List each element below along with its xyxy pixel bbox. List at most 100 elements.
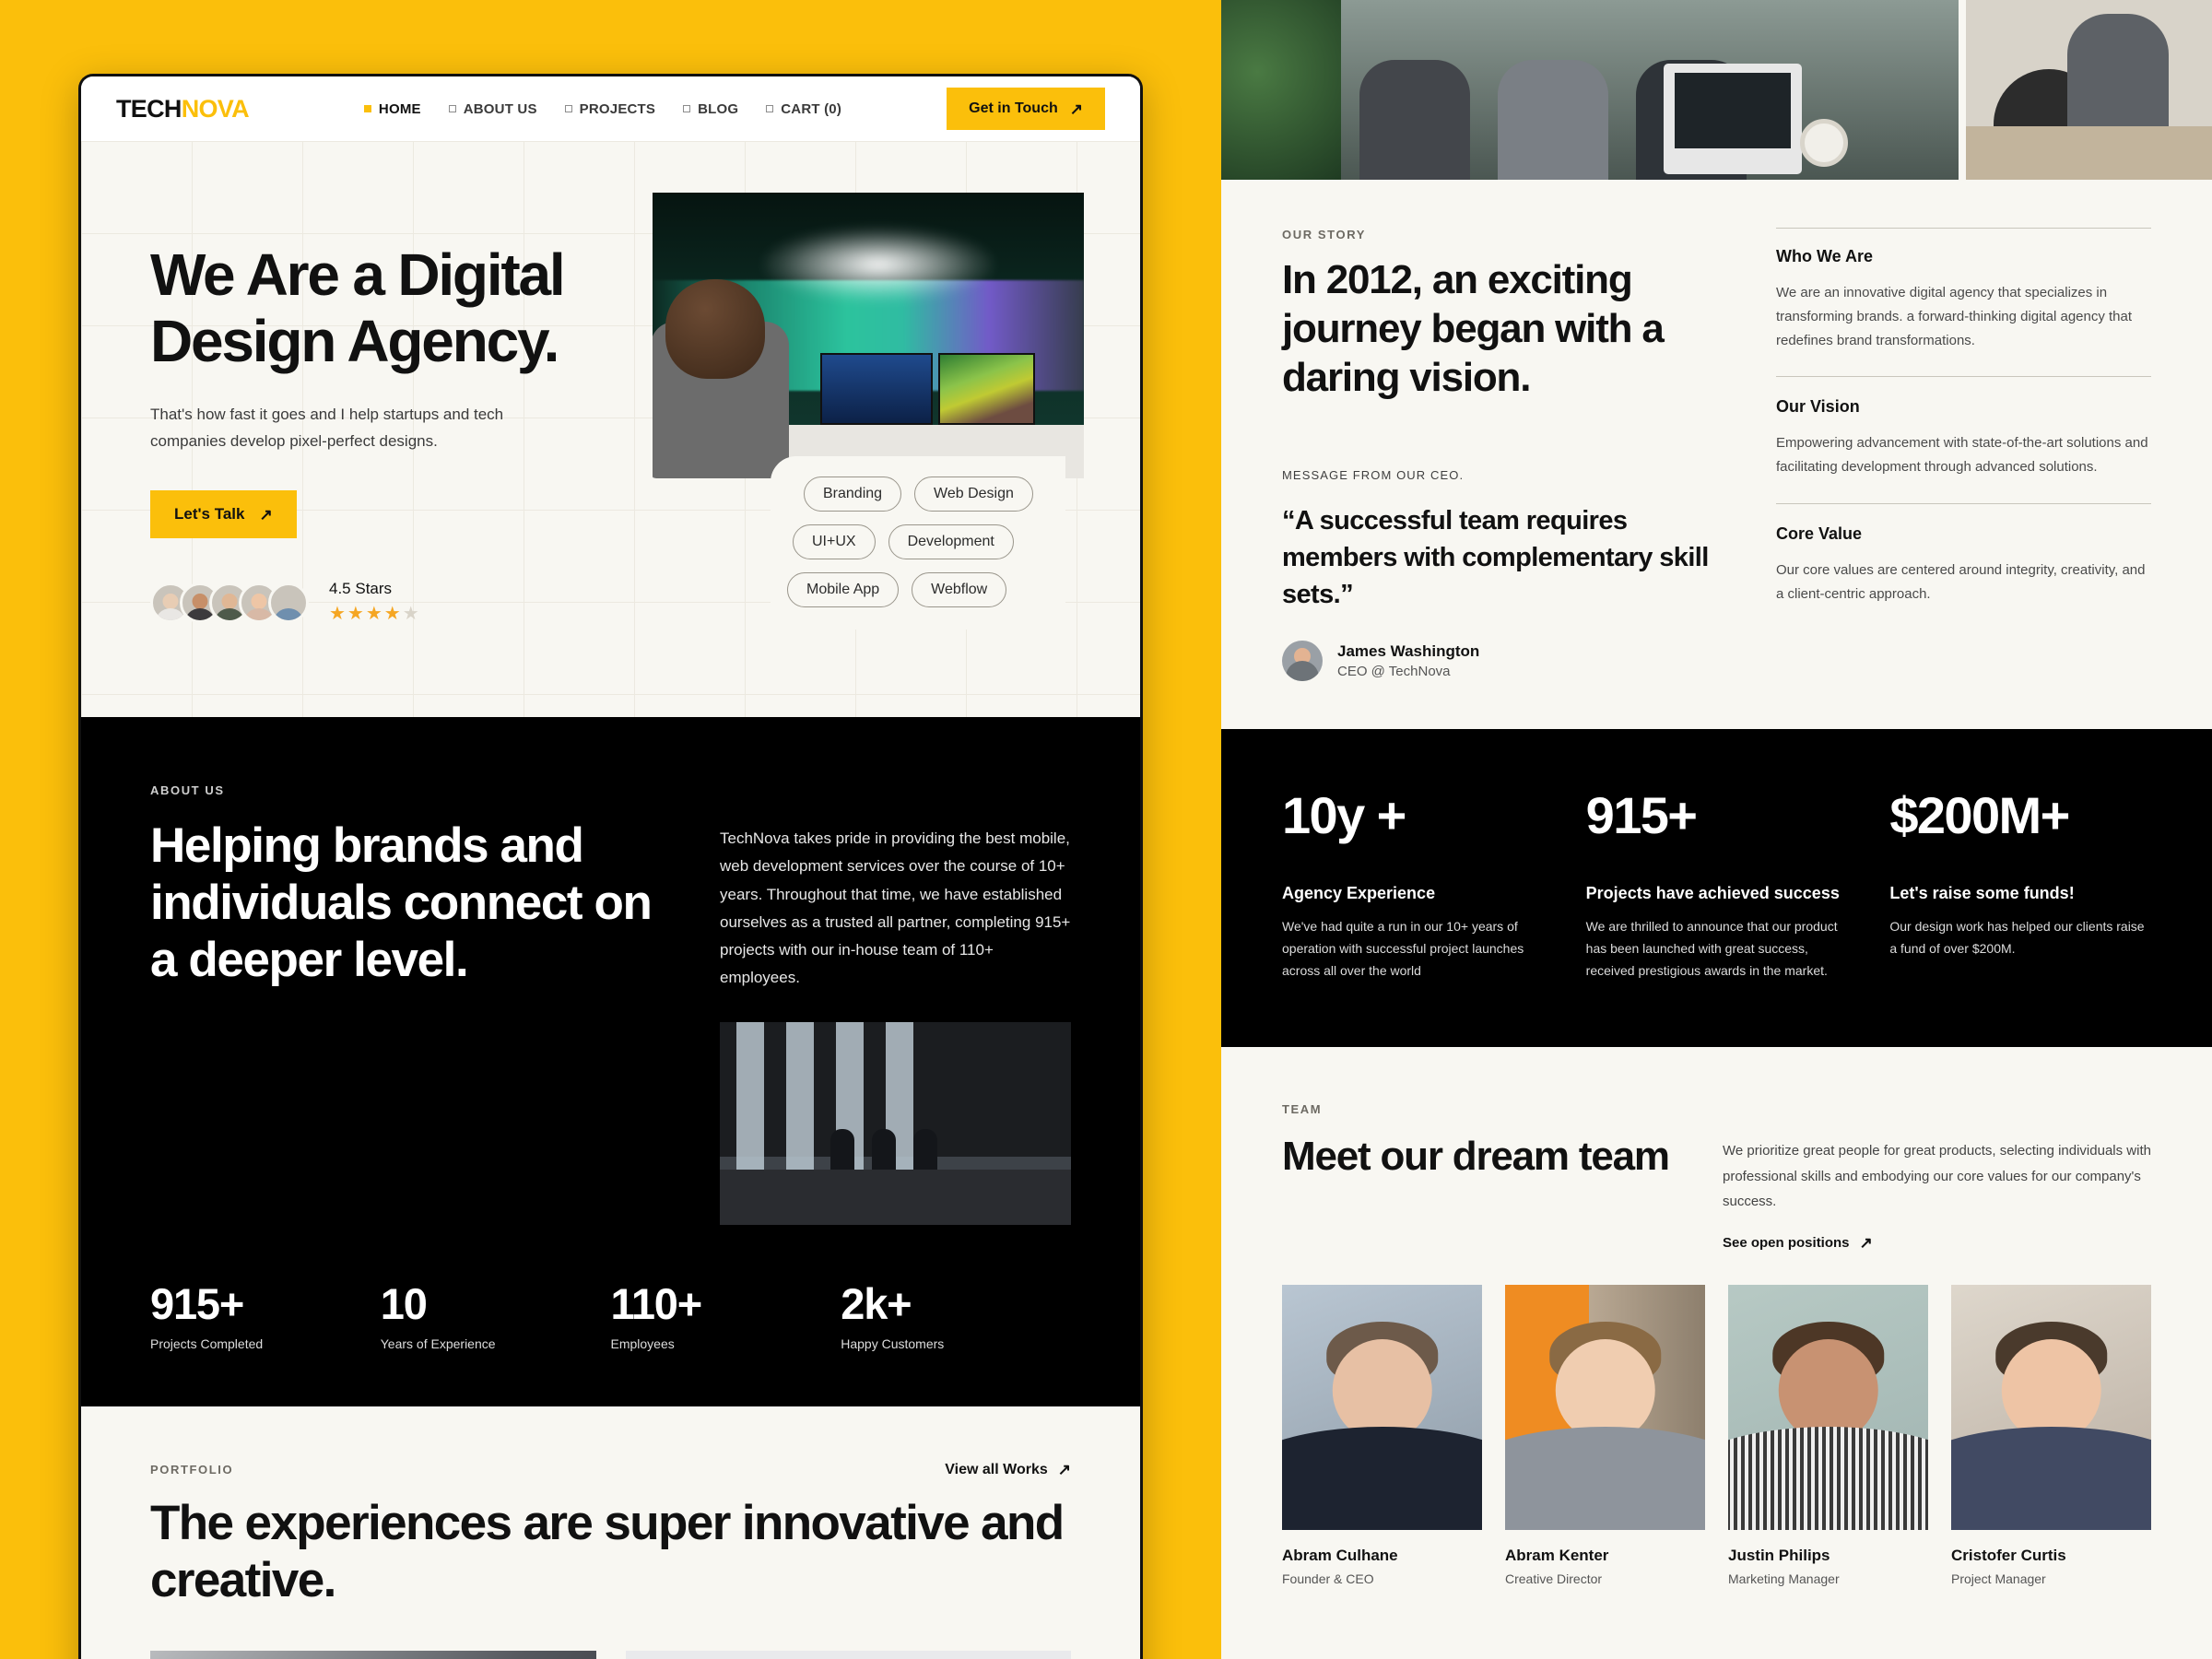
nav-item-label: HOME [378,100,421,117]
site-navbar: TECHNOVA HOME ABOUT US PROJECTS BLOG CAR… [81,76,1140,141]
star-rating-icon: ★★★★★ [329,604,421,625]
stat-years-of-experience: 10 Years of Experience [381,1282,611,1351]
service-pill-development[interactable]: Development [888,524,1014,559]
fact-title: Our Vision [1776,397,1860,417]
number-body: We are thrilled to announce that our pro… [1585,919,1838,979]
fact-title: Who We Are [1776,247,1874,265]
portfolio-eyebrow: PORTFOLIO [150,1463,234,1477]
nav-item-about-us[interactable]: ABOUT US [448,100,537,117]
get-in-touch-label: Get in Touch [969,100,1058,116]
about-paragraph: TechNova takes pride in providing the be… [720,830,1071,987]
our-story-section: OUR STORY In 2012, an exciting journey b… [1221,180,2212,682]
number-title: Let's raise some funds! [1889,884,2075,903]
story-heading: In 2012, an exciting journey began with … [1282,257,1665,400]
avatar [268,582,309,623]
team-member-card[interactable]: Cristofer Curtis Project Manager [1951,1285,2151,1586]
about-image-office-meeting [720,1021,1071,1225]
stat-label: Years of Experience [380,1335,496,1351]
number-value: $200M+ [1889,786,2070,845]
service-pill-card: Branding Web Design UI+UX Development Mo… [771,456,1065,629]
team-heading: Meet our dream team [1282,1133,1670,1179]
team-member-card[interactable]: Abram Culhane Founder & CEO [1282,1285,1482,1586]
nav-item-label: PROJECTS [579,100,656,117]
team-member-card[interactable]: Abram Kenter Creative Director [1505,1285,1705,1586]
nav-item-cart[interactable]: CART (0) [766,101,841,117]
about-us-section: ABOUT US Helping brands and individuals … [81,717,1140,1406]
story-facts: Who We Are We are an innovative digital … [1776,228,2151,681]
stat-employees: 110+ Employees [611,1282,841,1351]
site-logo[interactable]: TECHNOVA [116,94,250,124]
left-website-mockup: TECHNOVA HOME ABOUT US PROJECTS BLOG CAR… [78,74,1143,1659]
about-heading: Helping brands and individuals connect o… [150,818,653,987]
service-pill-ui-ux[interactable]: UI+UX [793,524,876,559]
stat-value: 10 [380,1278,428,1328]
number-title: Agency Experience [1282,884,1436,903]
number-projects-success: 915+ Projects have achieved success We a… [1586,790,1848,982]
number-value: 10y + [1282,786,1406,845]
portfolio-section: PORTFOLIO View all Works ↗ The experienc… [81,1406,1140,1659]
ceo-quote: “A successful team requires members with… [1282,506,1709,610]
service-pill-mobile-app[interactable]: Mobile App [787,572,900,607]
ceo-name: James Washington [1337,642,1480,661]
hero-title-line2: Design Agency. [150,307,559,374]
see-open-positions-label: See open positions [1723,1235,1850,1252]
arrow-up-right-icon: ↗ [1859,1234,1873,1253]
social-proof: 4.5 Stars ★★★★★ [150,580,616,625]
arrow-up-right-icon: ↗ [1069,100,1083,118]
office-photo-team-desks [1221,0,1959,180]
service-pill-web-design[interactable]: Web Design [914,477,1033,512]
nav-item-label: BLOG [698,100,739,117]
view-all-works-link[interactable]: View all Works ↗ [945,1462,1071,1478]
hero-title-line1: We Are a Digital [150,241,566,308]
logo-text-primary: TECH [116,94,182,123]
nav-item-home[interactable]: HOME [363,100,421,117]
nav-item-projects[interactable]: PROJECTS [564,100,656,117]
office-photo-strip [1221,0,2212,180]
team-member-name: Abram Culhane [1282,1547,1398,1565]
hero-title: We Are a Digital Design Agency. [150,241,616,374]
team-member-role: Creative Director [1505,1571,1603,1587]
get-in-touch-button[interactable]: Get in Touch ↗ [947,88,1105,130]
fact-who-we-are: Who We Are We are an innovative digital … [1776,228,2151,376]
avatar-stack [150,582,309,623]
team-member-photo [1282,1285,1482,1531]
fact-core-value: Core Value Our core values are centered … [1776,502,2151,630]
stat-label: Happy Customers [841,1335,945,1351]
hero-copy: We Are a Digital Design Agency. That's h… [81,196,616,625]
arrow-up-right-icon: ↗ [259,505,273,524]
screenshot-stage: TECHNOVA HOME ABOUT US PROJECTS BLOG CAR… [0,0,2212,1659]
arrow-up-right-icon: ↗ [1057,1461,1071,1478]
team-section: TEAM Meet our dream team We prioritize g… [1221,1047,2212,1586]
fact-body: We are an innovative digital agency that… [1776,285,2133,348]
right-website-mockup: OUR STORY In 2012, an exciting journey b… [1221,0,2212,1659]
fact-our-vision: Our Vision Empowering advancement with s… [1776,376,2151,503]
service-pill-webflow[interactable]: Webflow [912,572,1007,607]
square-bullet-icon [564,105,572,112]
service-pill-branding[interactable]: Branding [804,477,902,512]
fact-title: Core Value [1776,524,1863,543]
portfolio-heading: The experiences are super innovative and… [150,1495,1065,1608]
stat-value: 110+ [610,1278,703,1328]
nav-item-label: ABOUT US [463,100,537,117]
lets-talk-button[interactable]: Let's Talk ↗ [150,490,297,539]
portfolio-card-create-your-own-unique-design[interactable]: create your own unique design [150,1650,596,1659]
rating-block: 4.5 Stars ★★★★★ [329,580,421,625]
see-open-positions-link[interactable]: See open positions ↗ [1723,1235,1873,1251]
ceo-role: CEO @ TechNova [1337,664,1451,680]
stat-happy-customers: 2k+ Happy Customers [841,1282,1071,1351]
team-member-name: Abram Kenter [1505,1547,1609,1565]
team-member-role: Marketing Manager [1728,1571,1840,1587]
active-dot-icon [363,105,371,112]
team-member-name: Justin Philips [1728,1547,1830,1565]
team-member-role: Project Manager [1951,1571,2046,1587]
portfolio-card-gradient-poster[interactable] [625,1650,1071,1659]
nav-item-blog[interactable]: BLOG [683,101,738,117]
rating-value: 4.5 Stars [329,580,393,598]
number-agency-experience: 10y + Agency Experience We've had quite … [1282,790,1544,982]
fact-body: Empowering advancement with state-of-the… [1776,435,2148,476]
fact-body: Our core values are centered around inte… [1776,561,2146,602]
office-photo-meeting-table [1966,0,2212,180]
team-member-card[interactable]: Justin Philips Marketing Manager [1728,1285,1928,1586]
primary-navigation: HOME ABOUT US PROJECTS BLOG CART (0) [363,100,841,117]
hero-image-control-room [653,193,1084,478]
